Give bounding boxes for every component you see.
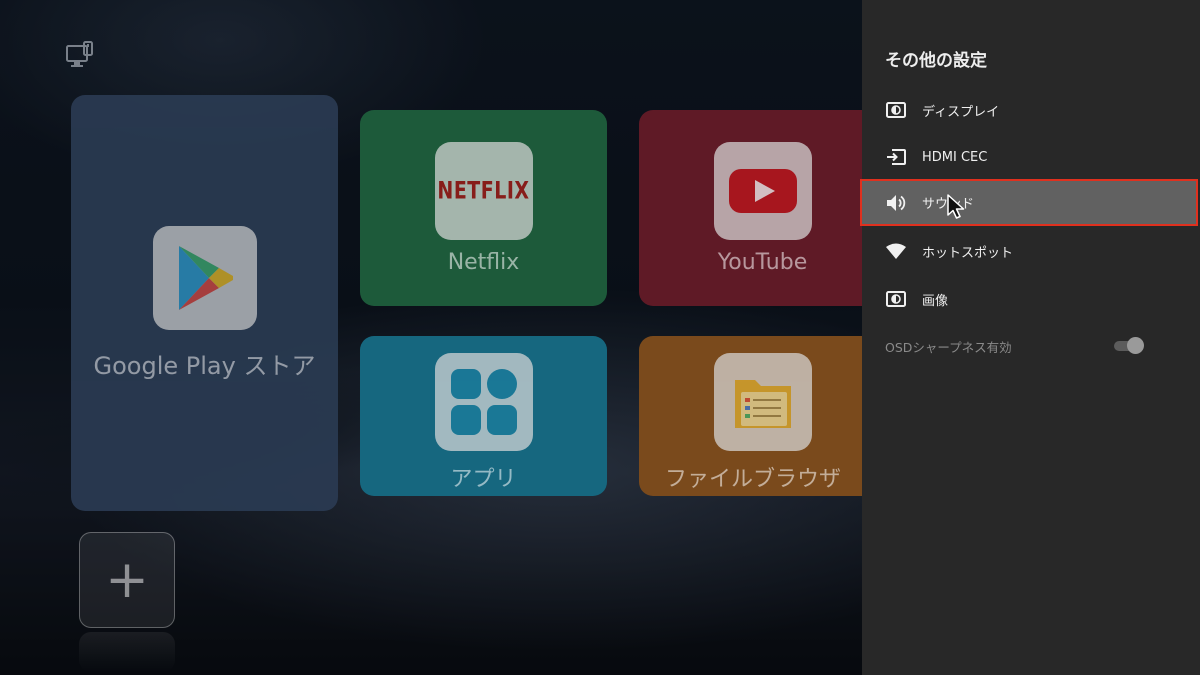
- google-play-icon: [152, 225, 257, 330]
- menu-item-hotspot-label: ホットスポット: [922, 245, 1014, 261]
- youtube-tile[interactable]: YouTube: [639, 110, 886, 306]
- menu-item-display-label: ディスプレイ: [922, 104, 1000, 120]
- folder-icon: [713, 353, 812, 451]
- netflix-icon: NETFLIX: [434, 141, 533, 240]
- add-app-button[interactable]: +: [79, 532, 175, 628]
- menu-item-display[interactable]: ディスプレイ: [862, 86, 1200, 134]
- menu-item-picture[interactable]: 画像: [862, 275, 1200, 323]
- osd-sharpness-row: OSDシャープネス有効: [862, 322, 1200, 370]
- menu-item-sound[interactable]: サウンド: [860, 179, 1198, 226]
- menu-item-hdmi-cec-label: HDMI CEC: [922, 149, 988, 165]
- netflix-logo-text: NETFLIX: [437, 176, 530, 205]
- picture-icon: [885, 288, 907, 310]
- speaker-icon: [885, 192, 907, 214]
- wifi-icon: [885, 240, 907, 262]
- apps-tile[interactable]: アプリ: [360, 336, 607, 496]
- youtube-label: YouTube: [717, 249, 808, 275]
- google-play-tile[interactable]: Google Play ストア: [71, 95, 338, 511]
- file-browser-label: ファイルブラウザ: [665, 467, 842, 492]
- toggle-knob: [1127, 337, 1144, 354]
- plus-icon: +: [105, 550, 149, 610]
- menu-item-picture-label: 画像: [922, 293, 949, 309]
- panel-title: その他の設定: [885, 51, 987, 71]
- netflix-label: Netflix: [447, 249, 520, 275]
- menu-item-hdmi-cec[interactable]: HDMI CEC: [862, 133, 1200, 181]
- monitor-icon[interactable]: [64, 40, 96, 72]
- hdmi-input-icon: [885, 146, 907, 168]
- netflix-tile[interactable]: NETFLIX Netflix: [360, 110, 607, 306]
- mouse-cursor-icon: [946, 194, 968, 220]
- apps-label: アプリ: [450, 467, 517, 492]
- settings-panel: その他の設定 ディスプレイ HDMI CEC ホットスポット 画像 OSDシャー…: [860, 0, 1200, 675]
- display-icon: [885, 99, 907, 121]
- google-play-label: Google Play ストア: [93, 351, 316, 380]
- menu-item-hotspot[interactable]: ホットスポット: [862, 227, 1200, 275]
- youtube-icon: [713, 141, 812, 240]
- file-browser-tile[interactable]: ファイルブラウザ: [639, 336, 886, 496]
- osd-sharpness-label: OSDシャープネス有効: [885, 339, 1012, 355]
- osd-sharpness-toggle[interactable]: [1114, 337, 1144, 354]
- add-tile-reflection: [79, 632, 175, 672]
- apps-grid-icon: [434, 353, 533, 451]
